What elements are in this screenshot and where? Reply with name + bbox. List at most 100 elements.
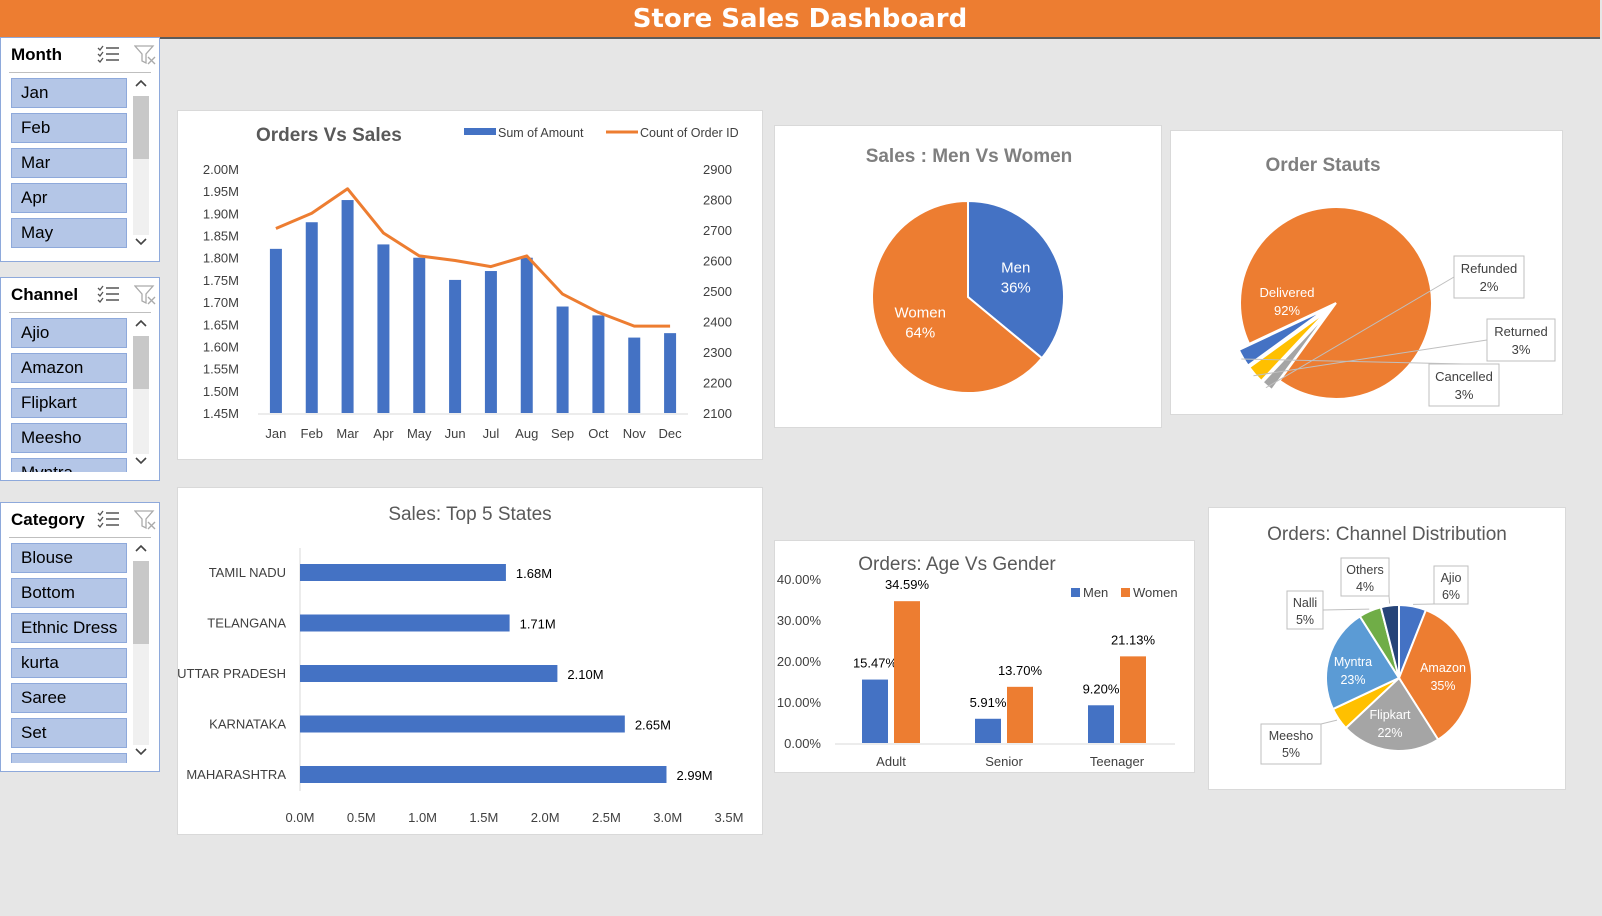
y2-tick-label: 2600 — [703, 254, 732, 269]
x-tick-label: 0.5M — [347, 810, 376, 825]
slicer-item[interactable]: Set — [11, 718, 127, 748]
x-tick-label: 2.0M — [531, 810, 560, 825]
data-label: 1.71M — [520, 617, 556, 632]
bar-women — [1007, 686, 1033, 743]
sales-men-vs-women-chart: Sales : Men Vs Women Men 36% Women 64% — [866, 146, 1072, 394]
slicer-item[interactable]: Ajio — [11, 318, 127, 348]
slicer-item[interactable] — [11, 753, 127, 763]
bar-amount-sep — [556, 306, 569, 413]
data-label: 15.47% — [853, 656, 898, 671]
slicer-item[interactable]: May — [11, 218, 127, 248]
bar-men — [1088, 705, 1114, 743]
scroll-thumb[interactable] — [133, 96, 149, 159]
slicer-item[interactable]: Mar — [11, 148, 127, 178]
bar-state — [300, 766, 667, 783]
slicer-item[interactable]: Meesho — [11, 423, 127, 453]
x-tick-label: Apr — [373, 426, 394, 441]
y2-tick-label: 2100 — [703, 406, 732, 421]
slicer-item[interactable]: Apr — [11, 183, 127, 213]
x-tick-label: May — [407, 426, 432, 441]
x-tick-label: 3.5M — [715, 810, 744, 825]
y2-tick-label: 2400 — [703, 315, 732, 330]
bar-state — [300, 715, 625, 733]
bar-state — [300, 665, 558, 682]
scroll-thumb[interactable] — [133, 561, 149, 644]
pie-label: Ajio — [1441, 571, 1462, 585]
chart-title: Orders: Channel Distribution — [1267, 524, 1507, 545]
slicer-item[interactable]: Amazon — [11, 353, 127, 383]
x-tick-label: 2.5M — [592, 810, 621, 825]
bar-state — [300, 614, 510, 632]
chevron-up-icon[interactable] — [131, 78, 151, 94]
y2-tick-label: 2700 — [703, 223, 732, 238]
slicer-month: Month Jan Feb Mar Apr May — [0, 37, 160, 262]
slicer-title: Category — [11, 510, 85, 529]
bar-women — [894, 601, 920, 743]
slicer-item[interactable]: Saree — [11, 683, 127, 713]
bar-amount-jul — [484, 271, 497, 413]
y-tick-label: 0.00% — [784, 736, 821, 751]
clear-filter-icon[interactable] — [133, 509, 158, 536]
pie-value-label: 22% — [1377, 726, 1402, 740]
slicer-item[interactable]: Ethnic Dress — [11, 613, 127, 643]
pie-label: Women — [895, 304, 946, 321]
chart-title: Orders: Age Vs Gender — [858, 554, 1056, 575]
chevron-down-icon[interactable] — [131, 456, 151, 472]
clear-filter-icon[interactable] — [133, 44, 158, 71]
slicer-item[interactable]: Myntra — [11, 458, 127, 472]
bar-amount-jun — [449, 279, 462, 413]
multi-select-icon[interactable] — [97, 509, 121, 534]
y2-tick-label: 2300 — [703, 345, 732, 360]
slicer-items: Jan Feb Mar Apr May — [11, 78, 127, 253]
pie-value-label: 64% — [905, 324, 935, 341]
y-tick-label: TELANGANA — [207, 616, 286, 631]
pie-label: Cancelled — [1435, 369, 1493, 384]
slicer-scrollbar[interactable] — [131, 543, 151, 763]
bar-men — [862, 679, 888, 743]
chevron-up-icon[interactable] — [131, 318, 151, 334]
x-tick-label: Dec — [659, 426, 683, 441]
y-tick-label: UTTAR PRADESH — [178, 666, 286, 681]
legend-label-men: Men — [1083, 585, 1108, 600]
data-label: 5.91% — [970, 695, 1007, 710]
dashboard-title: Store Sales Dashboard — [0, 0, 1600, 39]
clear-filter-icon[interactable] — [133, 284, 158, 311]
y-tick-label: 1.45M — [203, 406, 239, 421]
slicer-header: Month — [9, 38, 156, 73]
orders-vs-sales-chart: Orders Vs Sales Sum of Amount Count of Ord… — [203, 125, 739, 441]
slicer-category: Category Blouse Bottom Ethnic Dress kurta Sar… — [0, 502, 160, 772]
data-label: 2.10M — [567, 667, 603, 682]
x-tick-label: Senior — [985, 754, 1023, 769]
slicer-item[interactable]: Feb — [11, 113, 127, 143]
data-label: 2.99M — [676, 768, 712, 783]
y-tick-label: 1.70M — [203, 295, 239, 310]
data-label: 1.68M — [516, 566, 552, 581]
scroll-thumb[interactable] — [133, 336, 149, 389]
chevron-down-icon[interactable] — [131, 747, 151, 763]
x-tick-label: Mar — [336, 426, 359, 441]
pie-value-label: 36% — [1001, 280, 1031, 297]
slicer-item[interactable]: Blouse — [11, 543, 127, 573]
slicer-item[interactable]: kurta — [11, 648, 127, 678]
slicer-scrollbar[interactable] — [131, 318, 151, 472]
slicer-item[interactable]: Flipkart — [11, 388, 127, 418]
channel-distribution-chart: Orders: Channel Distribution Ajio 6% Amazon… — [1260, 524, 1507, 765]
pie-label: Myntra — [1334, 655, 1372, 669]
y-tick-label: 40.00% — [777, 572, 822, 587]
pie-value-label: 4% — [1356, 580, 1374, 594]
slicer-title: Month — [11, 45, 62, 64]
bar-amount-nov — [628, 337, 641, 413]
data-label: 34.59% — [885, 577, 930, 592]
x-tick-label: 1.5M — [469, 810, 498, 825]
pie-label: Refunded — [1461, 261, 1517, 276]
y-tick-label: TAMIL NADU — [209, 565, 286, 580]
slicer-item[interactable]: Jan — [11, 78, 127, 108]
chevron-down-icon[interactable] — [131, 237, 151, 253]
chevron-up-icon[interactable] — [131, 543, 151, 559]
x-tick-label: Teenager — [1090, 754, 1145, 769]
multi-select-icon[interactable] — [97, 284, 121, 309]
pie-label: Men — [1001, 260, 1030, 277]
slicer-scrollbar[interactable] — [131, 78, 151, 253]
multi-select-icon[interactable] — [97, 44, 121, 69]
slicer-item[interactable]: Bottom — [11, 578, 127, 608]
